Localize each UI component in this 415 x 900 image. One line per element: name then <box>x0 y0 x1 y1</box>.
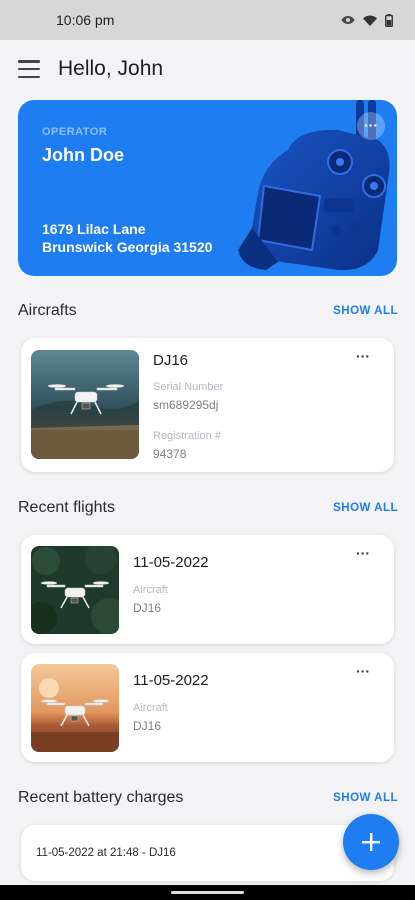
flight-more-button[interactable]: ··· <box>356 663 370 679</box>
registration-label: Registration # <box>153 430 221 442</box>
menu-icon[interactable] <box>18 60 40 78</box>
flight-date: 11-05-2022 <box>133 672 209 689</box>
flight-aircraft-label: Aircraft <box>133 702 168 714</box>
flights-title: Recent flights <box>18 499 115 516</box>
flight-thumbnail <box>31 546 119 634</box>
operator-label: OPERATOR <box>42 126 108 138</box>
aircrafts-title: Aircrafts <box>18 302 77 319</box>
aircraft-card[interactable]: DJ16 Serial Number sm689295dj Registrati… <box>21 338 394 472</box>
page-title: Hello, John <box>58 57 164 80</box>
flight-card[interactable]: 11-05-2022 Aircraft DJ16 ··· <box>21 653 394 762</box>
battery-header: Recent battery charges SHOW ALL <box>18 789 398 807</box>
serial-number-value: sm689295dj <box>153 398 219 412</box>
operator-address-line1: 1679 Lilac Lane <box>42 221 146 237</box>
flight-card[interactable]: 11-05-2022 Aircraft DJ16 ··· <box>21 535 394 644</box>
plus-icon <box>362 833 380 851</box>
flights-show-all-button[interactable]: SHOW ALL <box>333 502 398 514</box>
wifi-icon <box>363 15 377 26</box>
aircraft-more-button[interactable]: ··· <box>356 348 370 364</box>
battery-icon <box>385 13 393 27</box>
flight-thumbnail <box>31 664 119 752</box>
battery-show-all-button[interactable]: SHOW ALL <box>333 792 398 804</box>
operator-more-button[interactable]: ··· <box>357 112 385 140</box>
operator-address-line2: Brunswick Georgia 31520 <box>42 239 213 255</box>
aircrafts-show-all-button[interactable]: SHOW ALL <box>333 305 398 317</box>
aircrafts-header: Aircrafts SHOW ALL <box>18 302 398 320</box>
flight-aircraft-label: Aircraft <box>133 584 168 596</box>
flights-header: Recent flights SHOW ALL <box>18 499 398 517</box>
aircraft-name: DJ16 <box>153 352 189 369</box>
battery-title: Recent battery charges <box>18 789 184 806</box>
flight-date: 11-05-2022 <box>133 554 209 571</box>
registration-value: 94378 <box>153 447 187 461</box>
aircraft-thumbnail <box>31 350 139 459</box>
flight-aircraft-value: DJ16 <box>133 601 162 615</box>
eye-icon <box>341 16 355 24</box>
status-icons <box>341 13 393 27</box>
system-nav-bar <box>0 885 415 900</box>
app-bar: Hello, John <box>0 40 415 98</box>
serial-number-label: Serial Number <box>153 381 224 393</box>
add-button[interactable] <box>343 814 399 870</box>
battery-charge-text: 11-05-2022 at 21:48 - DJ16 <box>36 847 176 859</box>
operator-card[interactable]: OPERATOR John Doe 1679 Lilac Lane Brunsw… <box>18 100 397 276</box>
status-bar: 10:06 pm <box>0 0 415 40</box>
operator-name: John Doe <box>42 145 125 165</box>
flight-aircraft-value: DJ16 <box>133 719 162 733</box>
home-gesture-handle[interactable] <box>171 891 244 894</box>
status-time: 10:06 pm <box>56 12 115 28</box>
battery-charge-card[interactable]: 11-05-2022 at 21:48 - DJ16 <box>21 825 394 881</box>
flight-more-button[interactable]: ··· <box>356 545 370 561</box>
